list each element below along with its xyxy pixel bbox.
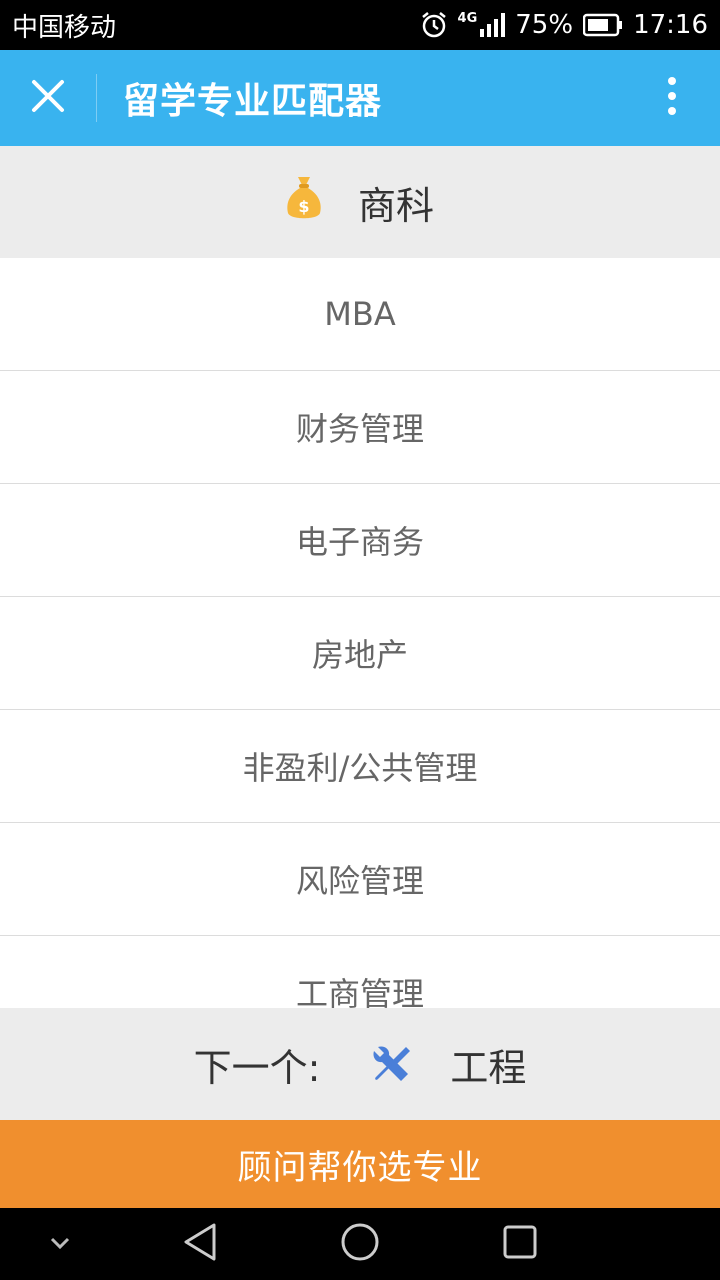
recents-button[interactable] xyxy=(496,1222,544,1266)
next-category-button[interactable]: 下一个: 工程 xyxy=(0,1008,720,1120)
list-item-label: 财务管理 xyxy=(295,410,424,448)
title-bar: 留学专业匹配器 xyxy=(0,50,720,146)
more-vertical-icon xyxy=(667,76,677,120)
list-item[interactable]: 非盈利/公共管理 xyxy=(0,710,720,823)
recents-square-icon xyxy=(502,1224,538,1264)
tools-icon xyxy=(370,1043,412,1085)
signal-icon: 4G xyxy=(458,12,506,38)
list-item[interactable]: 房地产 xyxy=(0,597,720,710)
carrier-name: 中国移动 xyxy=(12,12,117,43)
navigation-bar xyxy=(0,1208,720,1280)
advisor-button[interactable]: 顾问帮你选专业 xyxy=(0,1120,720,1208)
hide-keyboard-button[interactable] xyxy=(40,1226,80,1262)
money-bag-icon: $ xyxy=(286,173,322,232)
majors-list[interactable]: MBA 财务管理 电子商务 房地产 非盈利/公共管理 风险管理 工商管理 xyxy=(0,258,720,1008)
chevron-down-icon xyxy=(49,1235,71,1254)
list-item[interactable]: 财务管理 xyxy=(0,371,720,484)
more-button[interactable] xyxy=(624,50,720,146)
list-item[interactable]: 电子商务 xyxy=(0,484,720,597)
battery-icon xyxy=(583,13,623,37)
next-category-name: 工程 xyxy=(450,1045,527,1090)
category-title: 商科 xyxy=(357,183,434,228)
list-item[interactable]: 工商管理 xyxy=(0,936,720,1008)
list-item[interactable]: MBA xyxy=(0,258,720,371)
svg-text:$: $ xyxy=(298,197,309,216)
list-item[interactable]: 风险管理 xyxy=(0,823,720,936)
close-button[interactable] xyxy=(0,50,96,146)
list-item-label: 工商管理 xyxy=(295,975,424,1008)
battery-percent: 75% xyxy=(515,10,574,40)
category-header: $ 商科 xyxy=(0,146,720,258)
status-icons: 4G 75% 17:16 xyxy=(420,10,708,40)
status-bar: 中国移动 4G 75% 17:16 xyxy=(0,0,720,50)
next-label: 下一个: xyxy=(193,1045,321,1090)
network-type: 4G xyxy=(457,11,478,26)
alarm-icon xyxy=(420,11,448,39)
back-button[interactable] xyxy=(176,1222,224,1266)
home-circle-icon xyxy=(340,1222,380,1266)
clock: 17:16 xyxy=(633,10,708,40)
back-triangle-icon xyxy=(182,1222,218,1266)
list-item-label: MBA xyxy=(324,295,396,333)
list-item-label: 房地产 xyxy=(311,636,408,674)
home-button[interactable] xyxy=(336,1220,384,1268)
close-icon xyxy=(31,79,65,117)
page-title: 留学专业匹配器 xyxy=(123,81,383,122)
list-item-label: 电子商务 xyxy=(295,523,424,561)
list-item-label: 风险管理 xyxy=(295,862,424,900)
list-item-label: 非盈利/公共管理 xyxy=(242,749,478,787)
